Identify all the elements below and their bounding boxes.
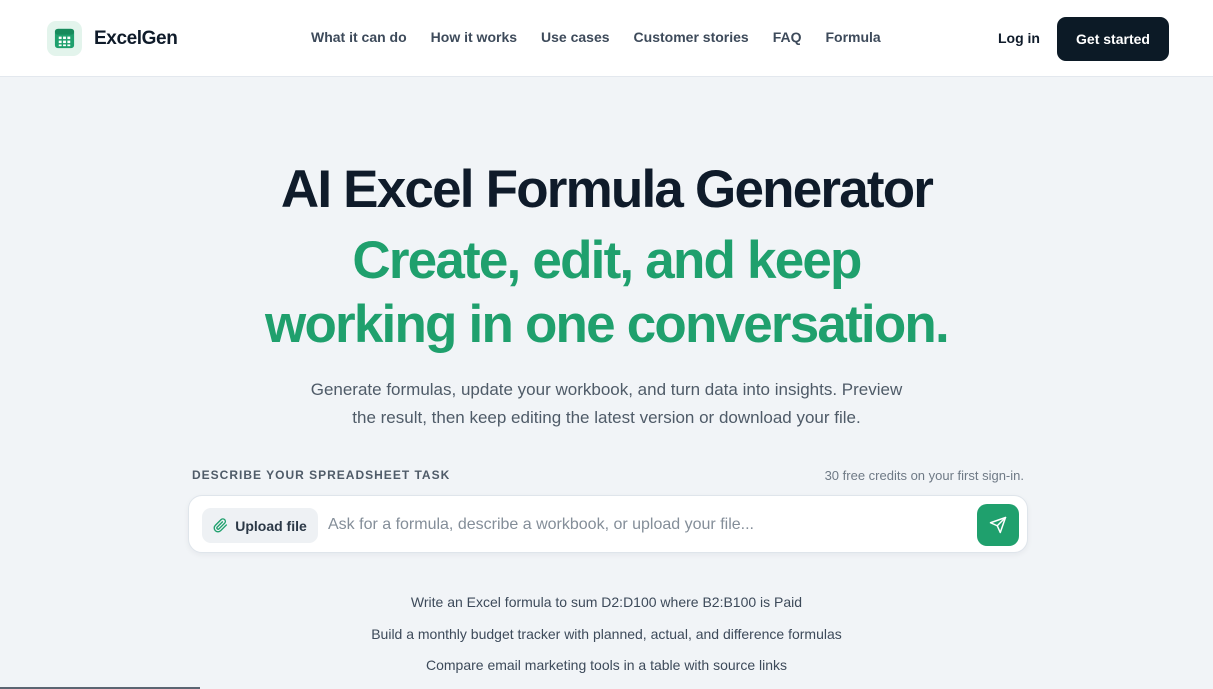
hero-subtitle-line-2: working in one conversation. (265, 295, 950, 354)
task-label: DESCRIBE YOUR SPREADSHEET TASK (192, 468, 451, 482)
suggestion-item[interactable]: Compare email marketing tools in a table… (0, 655, 1213, 675)
prompt-box: Upload file (188, 495, 1028, 553)
suggestion-item[interactable]: Build a monthly budget tracker with plan… (0, 624, 1213, 644)
prompt-input[interactable] (328, 512, 968, 538)
nav-how-it-works[interactable]: How it works (431, 29, 517, 45)
send-button[interactable] (977, 504, 1019, 546)
page-title: AI Excel Formula Generator (280, 160, 934, 219)
hero-subtitle: Create, edit, and keep working in one co… (0, 229, 1213, 357)
hero-subtitle-line-1: Create, edit, and keep (352, 231, 862, 290)
brand-name: ExcelGen (94, 27, 178, 49)
upload-file-button[interactable]: Upload file (202, 508, 318, 543)
paperclip-icon (213, 518, 228, 533)
nav-use-cases[interactable]: Use cases (541, 29, 610, 45)
hero-description: Generate formulas, update your workbook,… (280, 376, 933, 432)
credits-note: 30 free credits on your first sign-in. (824, 468, 1024, 483)
suggestion-list: Write an Excel formula to sum D2:D100 wh… (0, 592, 1213, 687)
get-started-button[interactable]: Get started (1057, 17, 1169, 61)
hero-description-line-1: Generate formulas, update your workbook,… (310, 380, 903, 399)
nav-faq[interactable]: FAQ (773, 29, 802, 45)
nav-what-it-can-do[interactable]: What it can do (311, 29, 407, 45)
send-icon (989, 516, 1007, 534)
upload-file-label: Upload file (235, 517, 307, 534)
brand-logo[interactable]: ExcelGen (47, 21, 178, 56)
spreadsheet-icon (47, 21, 82, 56)
nav-formula[interactable]: Formula (825, 29, 880, 45)
suggestion-item[interactable]: Write an Excel formula to sum D2:D100 wh… (0, 592, 1213, 612)
main-nav: What it can do How it works Use cases Cu… (311, 29, 905, 45)
site-header: ExcelGen What it can do How it works Use… (0, 0, 1213, 77)
hero-description-line-2: the result, then keep editing the latest… (352, 408, 861, 427)
nav-customer-stories[interactable]: Customer stories (634, 29, 749, 45)
login-link[interactable]: Log in (998, 30, 1040, 46)
